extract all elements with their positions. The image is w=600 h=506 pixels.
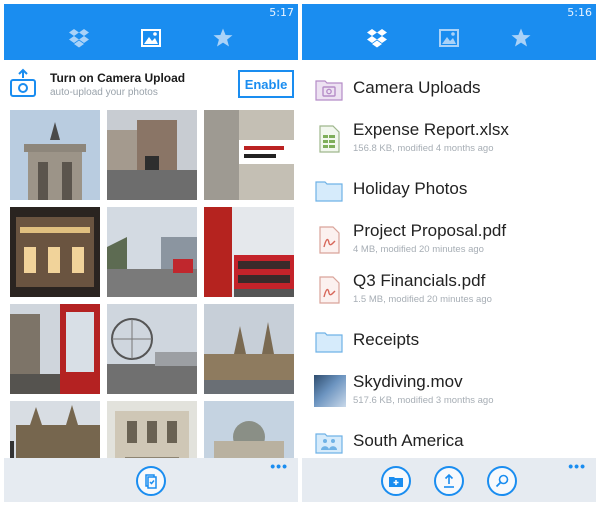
- enable-button[interactable]: Enable: [238, 70, 294, 98]
- photo-thumbnail[interactable]: [107, 304, 197, 394]
- search-icon: [495, 474, 509, 488]
- photos-screen: 5:17 Turn on Camera Upload auto-upload y…: [4, 4, 298, 502]
- star-icon: [213, 28, 233, 47]
- top-bar: 5:17: [4, 4, 298, 60]
- files-screen: 5:16 Camera Uploads Expense Report.xlsx …: [302, 4, 596, 502]
- status-time: 5:17: [269, 6, 294, 19]
- file-meta: 156.8 KB, modified 4 months ago: [353, 143, 494, 154]
- favorites-tab[interactable]: [212, 27, 234, 49]
- file-name: Receipts: [353, 330, 420, 349]
- upload-icon: [444, 473, 454, 488]
- banner-title: Turn on Camera Upload: [50, 71, 186, 85]
- photos-icon: [439, 29, 459, 47]
- pdf-file-icon: [314, 225, 344, 255]
- photos-tab[interactable]: [140, 27, 162, 49]
- video-thumbnail: [314, 375, 346, 407]
- star-icon: [511, 28, 531, 47]
- file-meta: 4 MB, modified 20 minutes ago: [353, 244, 484, 255]
- file-name: Camera Uploads: [353, 78, 481, 97]
- file-name: Skydiving.mov: [353, 372, 463, 391]
- pdf-file-icon: [314, 275, 344, 305]
- file-name: South America: [353, 431, 464, 450]
- status-time: 5:16: [567, 6, 592, 19]
- more-options-button[interactable]: •••: [270, 458, 288, 474]
- folder-icon: [314, 326, 344, 356]
- file-name: Expense Report.xlsx: [353, 120, 509, 139]
- favorites-tab[interactable]: [510, 27, 532, 49]
- list-item[interactable]: Holiday Photos: [302, 165, 596, 215]
- dropbox-tab[interactable]: [366, 27, 388, 49]
- more-options-button[interactable]: •••: [568, 458, 586, 474]
- banner-subtitle: auto-upload your photos: [50, 87, 158, 98]
- app-bar: •••: [4, 458, 298, 502]
- photo-thumbnail[interactable]: [107, 207, 197, 297]
- list-item[interactable]: Skydiving.mov 517.6 KB, modified 3 month…: [302, 366, 596, 416]
- list-item[interactable]: Project Proposal.pdf 4 MB, modified 20 m…: [302, 215, 596, 265]
- top-bar: 5:16: [302, 4, 596, 60]
- search-button[interactable]: [487, 466, 517, 496]
- shared-folder-icon: [314, 427, 344, 457]
- camera-upload-banner: Turn on Camera Upload auto-upload your p…: [4, 62, 298, 108]
- folder-icon: [314, 175, 344, 205]
- photo-thumbnail[interactable]: [107, 110, 197, 200]
- select-button[interactable]: [136, 466, 166, 496]
- list-item[interactable]: Receipts: [302, 316, 596, 366]
- photos-tab[interactable]: [438, 27, 460, 49]
- file-meta: 517.6 KB, modified 3 months ago: [353, 395, 494, 406]
- new-folder-button[interactable]: [381, 466, 411, 496]
- camera-folder-icon: [314, 74, 344, 104]
- file-name: Holiday Photos: [353, 179, 468, 198]
- file-meta: 1.5 MB, modified 20 minutes ago: [353, 294, 492, 305]
- file-name: Q3 Financials.pdf: [353, 271, 486, 290]
- photo-thumbnail[interactable]: [204, 207, 294, 297]
- file-name: Project Proposal.pdf: [353, 221, 507, 240]
- photo-thumbnail[interactable]: [10, 207, 100, 297]
- new-folder-icon: [389, 477, 403, 487]
- dropbox-icon: [69, 29, 89, 48]
- dropbox-icon: [367, 29, 387, 48]
- photo-thumbnail[interactable]: [10, 304, 100, 394]
- select-icon: [145, 474, 157, 489]
- photo-thumbnail[interactable]: [204, 110, 294, 200]
- dropbox-tab[interactable]: [68, 27, 90, 49]
- photo-thumbnail[interactable]: [10, 110, 100, 200]
- photos-icon: [141, 29, 161, 47]
- app-bar: •••: [302, 458, 596, 502]
- list-item[interactable]: Camera Uploads: [302, 64, 596, 114]
- list-item[interactable]: Expense Report.xlsx 156.8 KB, modified 4…: [302, 114, 596, 164]
- spreadsheet-file-icon: [314, 124, 344, 154]
- camera-upload-icon: [10, 68, 36, 97]
- list-item[interactable]: Q3 Financials.pdf 1.5 MB, modified 20 mi…: [302, 265, 596, 315]
- upload-button[interactable]: [434, 466, 464, 496]
- photo-thumbnail[interactable]: [204, 304, 294, 394]
